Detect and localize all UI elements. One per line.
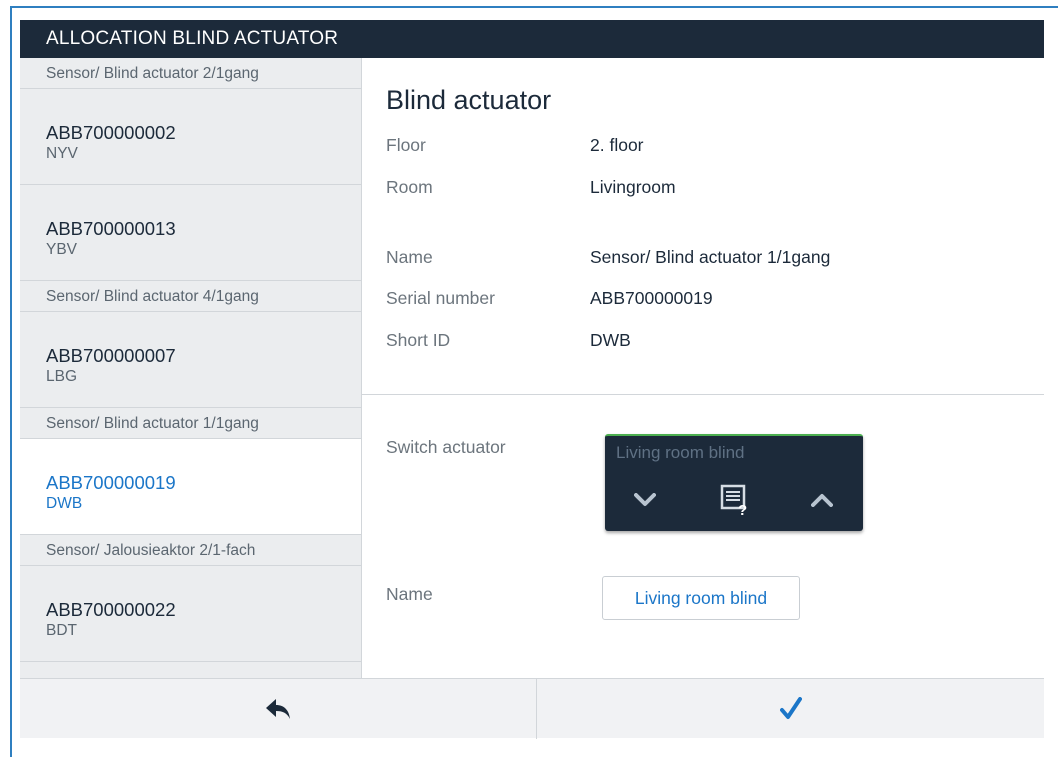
document-question-icon: ? [720, 484, 747, 516]
device-serial: ABB700000019 [46, 472, 176, 493]
device-serial: ABB700000002 [46, 122, 176, 143]
short-id-label: Short ID [386, 330, 451, 350]
confirm-button[interactable] [537, 679, 1044, 739]
group-header: Sensor/ Blind actuator 4/1gang [20, 281, 361, 312]
group-header: Sensor/ Jalousieaktor 2/1-fach [20, 535, 361, 566]
device-short-id: LBG [46, 368, 78, 385]
back-arrow-icon [266, 699, 290, 719]
channel-name-button[interactable]: Living room blind [602, 576, 800, 620]
group-header: Sensor/ Blind actuator 2/1gang [20, 58, 361, 89]
room-label: Room [386, 177, 433, 197]
room-value: Livingroom [590, 177, 676, 197]
detail-panel: Blind actuator Floor 2. floor Room Livin… [362, 58, 1044, 678]
floor-value: 2. floor [590, 135, 644, 155]
name-value: Sensor/ Blind actuator 1/1gang [590, 247, 831, 267]
device-item[interactable]: ABB700000013 YBV [20, 185, 361, 281]
serial-number-label: Serial number [386, 288, 495, 308]
chevron-up-icon [811, 494, 833, 507]
device-serial: ABB700000013 [46, 218, 176, 239]
device-serial: ABB700000007 [46, 345, 176, 366]
chevron-down-icon [634, 493, 656, 506]
device-list[interactable]: Sensor/ Blind actuator 2/1gang ABB700000… [20, 58, 362, 678]
device-item[interactable]: ABB700000002 NYV [20, 89, 361, 185]
device-short-id: BDT [46, 622, 77, 639]
blind-info-button[interactable]: ? [715, 482, 755, 518]
window-title: ALLOCATION BLIND ACTUATOR [20, 20, 1044, 58]
device-item[interactable]: ABB700000007 LBG [20, 312, 361, 408]
device-short-id: DWB [46, 495, 83, 512]
serial-number-value: ABB700000019 [590, 288, 713, 308]
section-divider [362, 394, 1044, 395]
back-button[interactable] [20, 679, 536, 739]
blind-up-button[interactable] [802, 482, 842, 518]
name-label: Name [386, 247, 433, 267]
blind-down-button[interactable] [625, 482, 665, 518]
device-item[interactable]: ABB700000022 BDT [20, 566, 361, 662]
detail-title: Blind actuator [386, 85, 552, 115]
device-serial: ABB700000022 [46, 599, 176, 620]
short-id-value: DWB [590, 330, 631, 350]
device-short-id: YBV [46, 241, 78, 258]
tile-name: Living room blind [616, 443, 745, 462]
svg-text:?: ? [738, 502, 747, 516]
device-item-selected[interactable]: ABB700000019 DWB [20, 439, 361, 535]
checkmark-icon [779, 697, 802, 719]
device-short-id: NYV [46, 145, 78, 162]
channel-name-label: Name [386, 584, 433, 604]
footer-bar [20, 678, 1044, 739]
floor-label: Floor [386, 135, 426, 155]
group-header: Sensor/ Blind actuator 1/1gang [20, 408, 361, 439]
switch-actuator-label: Switch actuator [386, 437, 506, 457]
blind-actuator-tile[interactable]: Living room blind ? [605, 434, 863, 531]
